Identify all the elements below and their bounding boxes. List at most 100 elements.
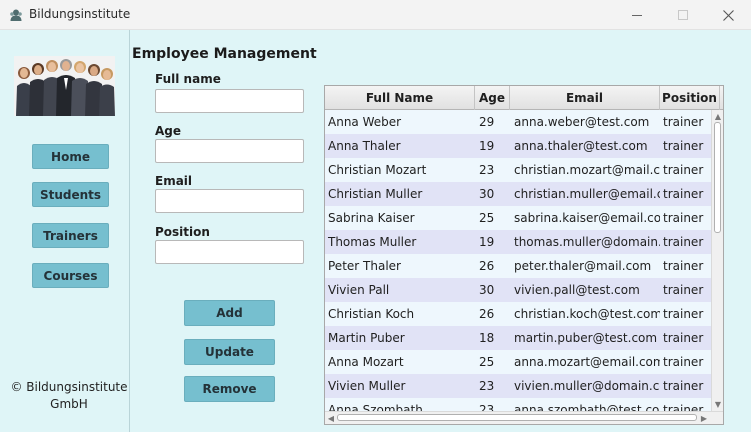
column-header-age[interactable]: Age: [475, 86, 510, 110]
nav-home-label: Home: [51, 149, 90, 164]
email-input[interactable]: [155, 189, 304, 213]
vertical-scrollbar[interactable]: ▲ ▼: [711, 110, 723, 411]
minimize-button[interactable]: [614, 0, 660, 30]
table-header: Full Name Age Email Position: [325, 86, 723, 110]
cell-age: 18: [479, 331, 495, 345]
cell-email: anna.thaler@test.com: [514, 139, 648, 153]
cell-fullname: Christian Muller: [328, 187, 423, 201]
table-row[interactable]: Vivien Muller 23 vivien.muller@domain.comt…: [325, 374, 711, 398]
copyright-line-1: © Bildungsinstitute: [10, 380, 128, 394]
nav-courses-label: Courses: [43, 268, 98, 283]
add-button[interactable]: Add: [184, 300, 275, 326]
maximize-icon: [678, 10, 688, 20]
position-input[interactable]: [155, 240, 304, 264]
copyright-line-2: GmbH: [50, 397, 88, 411]
cell-position: trainer: [663, 307, 704, 321]
cell-fullname: Peter Thaler: [328, 259, 401, 273]
table-row[interactable]: Christian Mozart 23 christian.mozart@mail.…: [325, 158, 711, 182]
user-group-icon: [10, 9, 22, 21]
table-row[interactable]: Peter Thaler 26 peter.thaler@mail.com train…: [325, 254, 711, 278]
close-button[interactable]: [705, 0, 751, 30]
nav-home-button[interactable]: Home: [32, 144, 109, 169]
column-header-fullname[interactable]: Full Name: [325, 86, 475, 110]
employee-table[interactable]: Full Name Age Email Position Anna Weber 2…: [324, 85, 724, 425]
cell-email: vivien.pall@test.com: [514, 283, 640, 297]
fullname-input[interactable]: [155, 89, 304, 113]
cell-age: 30: [479, 283, 495, 297]
cell-age: 23: [479, 163, 495, 177]
cell-age: 30: [479, 187, 495, 201]
cell-email: sabrina.kaiser@email.com: [514, 211, 660, 225]
remove-button[interactable]: Remove: [184, 376, 275, 402]
cell-age: 23: [479, 379, 495, 393]
update-button-label: Update: [205, 345, 254, 359]
cell-position: trainer: [663, 235, 704, 249]
cell-fullname: Anna Mozart: [328, 355, 404, 369]
cell-fullname: Martin Puber: [328, 331, 405, 345]
column-header-email[interactable]: Email: [510, 86, 660, 110]
close-icon: [722, 9, 734, 21]
table-row[interactable]: Thomas Muller 19 thomas.muller@domain.... t…: [325, 230, 711, 254]
cell-email: anna.weber@test.com: [514, 115, 650, 129]
cell-age: 19: [479, 139, 495, 153]
copyright-text: © Bildungsinstitute GmbH: [10, 379, 128, 413]
cell-age: 26: [479, 307, 495, 321]
nav-trainers-button[interactable]: Trainers: [32, 223, 109, 248]
cell-email: peter.thaler@mail.com: [514, 259, 652, 273]
maximize-button[interactable]: [660, 0, 706, 30]
cell-position: trainer: [663, 379, 704, 393]
cell-age: 25: [479, 355, 495, 369]
cell-position: trainer: [663, 211, 704, 225]
cell-fullname: Christian Mozart: [328, 163, 427, 177]
table-row[interactable]: Anna Weber 29 anna.weber@test.com trainer: [325, 110, 711, 134]
table-row[interactable]: Vivien Pall 30 vivien.pall@test.com trainer: [325, 278, 711, 302]
scroll-up-icon[interactable]: ▲: [713, 111, 723, 121]
cell-fullname: Vivien Pall: [328, 283, 390, 297]
cell-position: trainer: [663, 283, 704, 297]
table-row[interactable]: Christian Koch 26 christian.koch@test.com t…: [325, 302, 711, 326]
update-button[interactable]: Update: [184, 339, 275, 365]
cell-position: trainer: [663, 331, 704, 345]
table-row[interactable]: Anna Szombath 23 anna.szombath@test.com tra…: [325, 398, 711, 411]
cell-fullname: Vivien Muller: [328, 379, 406, 393]
cell-age: 29: [479, 115, 495, 129]
cell-fullname: Sabrina Kaiser: [328, 211, 415, 225]
scroll-left-icon[interactable]: ◀: [326, 413, 336, 423]
cell-age: 25: [479, 211, 495, 225]
age-label: Age: [155, 124, 182, 138]
cell-position: trainer: [663, 403, 704, 411]
horizontal-scroll-thumb[interactable]: [337, 414, 697, 421]
cell-fullname: Anna Szombath: [328, 403, 423, 411]
cell-position: trainer: [663, 115, 704, 129]
cell-email: vivien.muller@domain.com: [514, 379, 660, 393]
nav-students-label: Students: [39, 187, 102, 202]
cell-fullname: Anna Weber: [328, 115, 402, 129]
table-row[interactable]: Anna Thaler 19 anna.thaler@test.com trainer: [325, 134, 711, 158]
table-row[interactable]: Anna Mozart 25 anna.mozart@email.com traine…: [325, 350, 711, 374]
horizontal-scrollbar[interactable]: ◀ ▶: [325, 411, 723, 424]
table-row[interactable]: Martin Puber 18 martin.puber@test.com train…: [325, 326, 711, 350]
cell-email: thomas.muller@domain....: [514, 235, 660, 249]
table-row[interactable]: Sabrina Kaiser 25 sabrina.kaiser@email.com…: [325, 206, 711, 230]
cell-position: trainer: [663, 139, 704, 153]
minimize-icon: [632, 14, 642, 16]
nav-courses-button[interactable]: Courses: [32, 263, 109, 288]
cell-position: trainer: [663, 355, 704, 369]
nav-students-button[interactable]: Students: [32, 182, 109, 207]
age-input[interactable]: [155, 139, 304, 163]
page-title: Employee Management: [132, 46, 317, 62]
scroll-down-icon[interactable]: ▼: [713, 399, 723, 409]
table-row[interactable]: Christian Muller 30 christian.muller@email…: [325, 182, 711, 206]
add-button-label: Add: [216, 306, 243, 320]
cell-email: christian.mozart@mail.com: [514, 163, 660, 177]
sidebar: Home Students Trainers Courses © Bildung…: [0, 30, 130, 432]
vertical-scroll-thumb[interactable]: [714, 122, 721, 233]
scroll-right-icon[interactable]: ▶: [699, 413, 709, 423]
cell-email: martin.puber@test.com: [514, 331, 658, 345]
column-header-position[interactable]: Position: [660, 86, 720, 110]
cell-fullname: Thomas Muller: [328, 235, 417, 249]
remove-button-label: Remove: [202, 382, 257, 396]
cell-fullname: Christian Koch: [328, 307, 415, 321]
cell-fullname: Anna Thaler: [328, 139, 401, 153]
cell-email: anna.mozart@email.com: [514, 355, 660, 369]
